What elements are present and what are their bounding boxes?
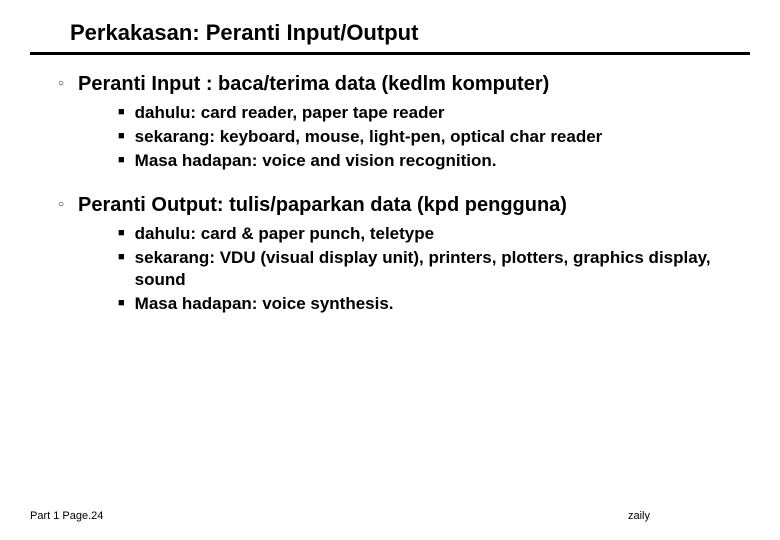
list-item-text: sekarang: keyboard, mouse, light-pen, op… (135, 126, 603, 148)
title-wrap: Perkakasan: Peranti Input/Output (70, 20, 750, 46)
list-item-text: Masa hadapan: voice and vision recogniti… (135, 150, 497, 172)
list-item: ■ Masa hadapan: voice synthesis. (118, 293, 750, 315)
section-heading: Peranti Output: tulis/paparkan data (kpd… (78, 194, 567, 217)
bullet-circle-icon: ○ (58, 194, 64, 216)
list-item: ■ dahulu: card & paper punch, teletype (118, 223, 750, 245)
list-item: ■ Masa hadapan: voice and vision recogni… (118, 150, 750, 172)
title-underline (30, 52, 750, 55)
section-heading-row: ○ Peranti Output: tulis/paparkan data (k… (58, 194, 750, 217)
list-item: ■ sekarang: VDU (visual display unit), p… (118, 247, 750, 291)
list-item-text: sekarang: VDU (visual display unit), pri… (135, 247, 725, 291)
footer-author: zaily (628, 510, 650, 522)
bullet-list: ■ dahulu: card & paper punch, teletype ■… (118, 223, 750, 315)
list-item-text: Masa hadapan: voice synthesis. (135, 293, 394, 315)
section-input: ○ Peranti Input : baca/terima data (kedl… (58, 73, 750, 172)
bullet-square-icon: ■ (118, 247, 125, 267)
list-item-text: dahulu: card reader, paper tape reader (135, 102, 445, 124)
bullet-square-icon: ■ (118, 150, 125, 170)
bullet-list: ■ dahulu: card reader, paper tape reader… (118, 102, 750, 172)
list-item: ■ sekarang: keyboard, mouse, light-pen, … (118, 126, 750, 148)
section-heading: Peranti Input : baca/terima data (kedlm … (78, 73, 549, 96)
bullet-circle-icon: ○ (58, 73, 64, 95)
bullet-square-icon: ■ (118, 102, 125, 122)
list-item-text: dahulu: card & paper punch, teletype (135, 223, 434, 245)
footer-page: Part 1 Page.24 (30, 510, 103, 522)
bullet-square-icon: ■ (118, 293, 125, 313)
bullet-square-icon: ■ (118, 223, 125, 243)
list-item: ■ dahulu: card reader, paper tape reader (118, 102, 750, 124)
section-heading-row: ○ Peranti Input : baca/terima data (kedl… (58, 73, 750, 96)
slide: Perkakasan: Peranti Input/Output ○ Peran… (0, 0, 780, 315)
bullet-square-icon: ■ (118, 126, 125, 146)
section-output: ○ Peranti Output: tulis/paparkan data (k… (58, 194, 750, 315)
slide-title: Perkakasan: Peranti Input/Output (70, 20, 750, 46)
